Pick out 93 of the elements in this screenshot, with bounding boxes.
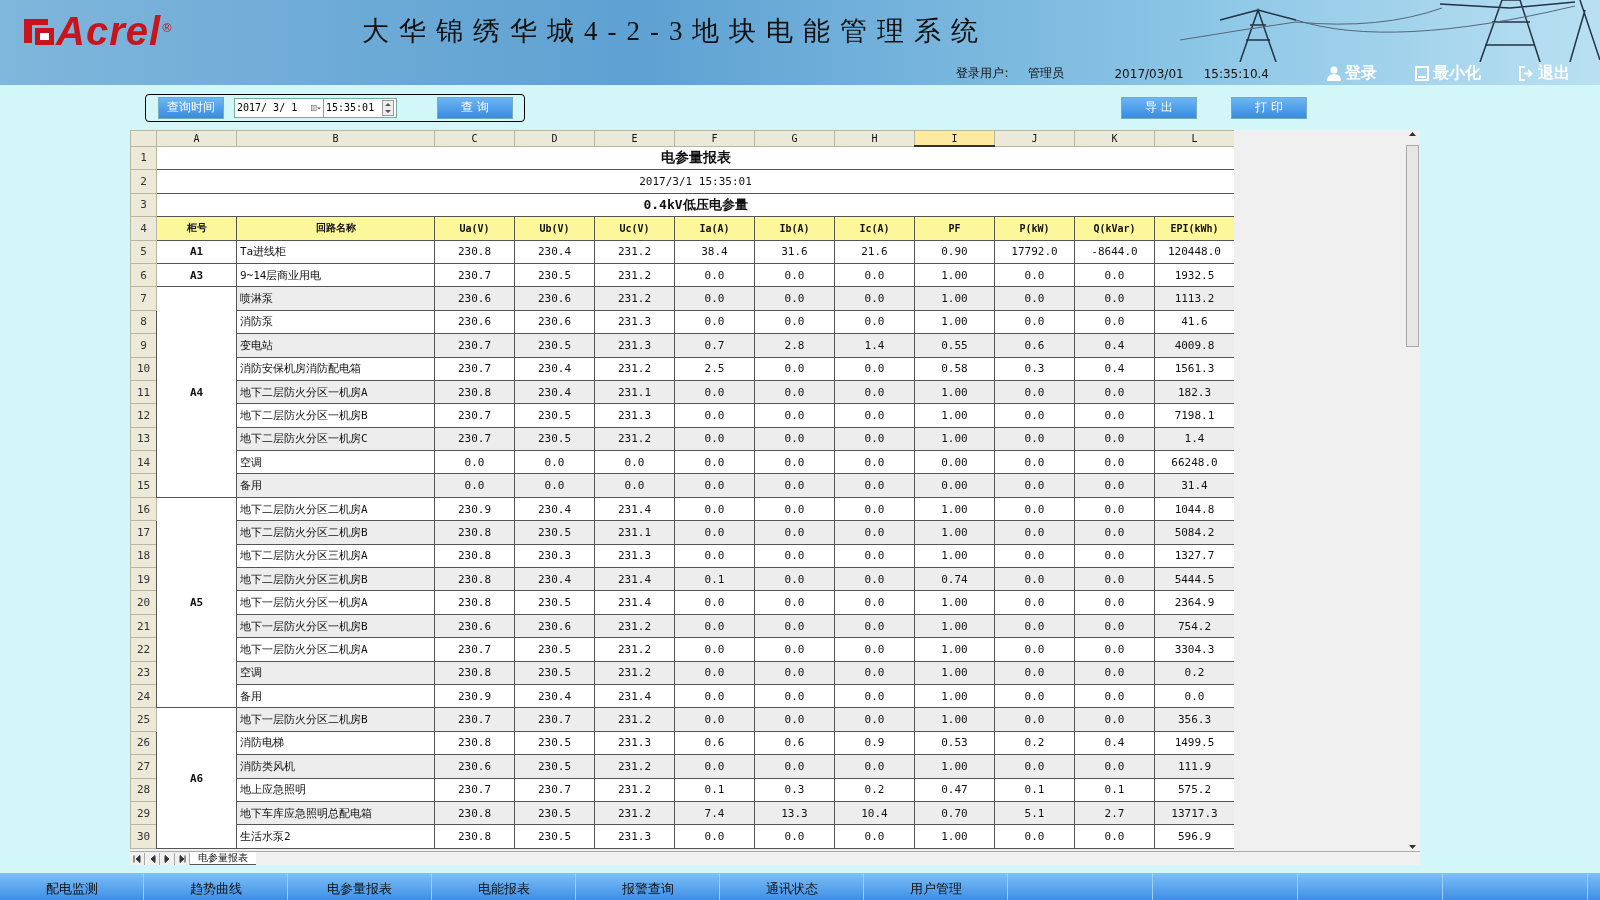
table-cell: 地下二层防火分区一机房B [236, 403, 435, 428]
report-title: 电参量报表 [156, 146, 1234, 170]
row-number[interactable]: 6 [130, 263, 157, 287]
table-cell: 地下二层防火分区一机房C [236, 427, 435, 451]
row-number[interactable]: 29 [130, 801, 157, 825]
table-cell: A4 [156, 286, 237, 498]
spinner-icon[interactable] [382, 99, 395, 116]
table-cell: 空调 [236, 450, 435, 474]
user-icon [1327, 66, 1341, 81]
row-number[interactable]: 25 [130, 707, 157, 732]
table-cell: 空调 [236, 661, 435, 685]
table-cell: 地下一层防火分区一机房A [236, 590, 435, 615]
row-number[interactable]: 19 [130, 567, 157, 591]
table-cell: 地下二层防火分区三机房B [236, 567, 435, 591]
column-header[interactable]: A [156, 130, 237, 146]
registered-mark: ® [161, 20, 174, 35]
row-number[interactable]: 28 [130, 778, 157, 802]
table-cell: A5 [156, 497, 237, 708]
column-header[interactable]: C [434, 130, 515, 146]
calendar-dropdown-icon[interactable] [311, 102, 321, 113]
row-number[interactable]: 18 [130, 544, 157, 568]
row-number[interactable]: 30 [130, 824, 157, 849]
table-cell: A6 [156, 707, 237, 849]
column-header[interactable]: J [994, 130, 1075, 146]
table-cell: 生活水泵2 [236, 824, 435, 849]
table-cell: 消防电梯 [236, 731, 435, 755]
user-label: 登录用户: [956, 65, 1009, 82]
table-cell: 地下二层防火分区三机房A [236, 544, 435, 568]
table-cell: 地下二层防火分区二机房B [236, 520, 435, 545]
table-cell: 地下一层防火分区二机房A [236, 637, 435, 662]
table-cell: 9~14层商业用电 [236, 263, 435, 287]
table-cell: 备用 [236, 473, 435, 498]
table-header-cell: 回路名称 [236, 216, 435, 241]
column-header[interactable]: E [594, 130, 675, 146]
row-number[interactable]: 8 [130, 310, 157, 334]
current-time: 15:35:10.4 [1203, 66, 1269, 81]
first-sheet-icon[interactable] [130, 852, 145, 865]
scroll-up-icon[interactable] [1408, 130, 1417, 139]
column-header[interactable]: D [514, 130, 595, 146]
report-subtitle: 0.4kV低压电参量 [156, 193, 1234, 217]
sheet-tab[interactable]: 电参量报表 [190, 852, 256, 865]
table-cell: 地下二层防火分区二机房A [236, 497, 435, 521]
row-number[interactable]: 4 [130, 216, 157, 241]
table-cell: 地下二层防火分区一机房A [236, 380, 435, 404]
table-cell: 消防安保机房消防配电箱 [236, 357, 435, 381]
table-cell: Ta进线柜 [236, 240, 435, 264]
time-field[interactable]: 15:35:01 [323, 97, 398, 118]
column-header[interactable]: K [1074, 130, 1155, 146]
table-cell: 地下车库应急照明总配电箱 [236, 801, 435, 825]
column-header[interactable]: H [834, 130, 915, 146]
row-number[interactable]: 3 [130, 193, 157, 217]
row-number[interactable]: 13 [130, 427, 157, 451]
column-header[interactable]: L [1154, 130, 1234, 146]
column-header[interactable]: F [674, 130, 755, 146]
column-header[interactable]: I [914, 130, 995, 146]
current-date: 2017/03/01 [1114, 66, 1184, 81]
row-number[interactable]: 10 [130, 357, 157, 381]
table-cell: 备用 [236, 684, 435, 708]
table-cell: 地下一层防火分区二机房B [236, 707, 435, 732]
column-header[interactable]: B [236, 130, 435, 146]
row-number[interactable]: 11 [130, 380, 157, 404]
logo-text: Acrel [56, 8, 162, 54]
column-header[interactable]: G [754, 130, 835, 146]
table-cell: 喷淋泵 [236, 286, 435, 311]
row-number[interactable]: 7 [130, 286, 157, 311]
row-number[interactable]: 21 [130, 614, 157, 638]
row-number[interactable]: 2 [130, 169, 157, 194]
table-cell: 地上应急照明 [236, 778, 435, 802]
report-timestamp: 2017/3/1 15:35:01 [156, 169, 1234, 194]
exit-icon [1519, 66, 1534, 81]
row-number[interactable]: 16 [130, 497, 157, 521]
table-cell: 消防类风机 [236, 754, 435, 779]
row-number[interactable]: 20 [130, 590, 157, 615]
app-title: 大华锦绣华城4-2-3地块电能管理系统 [362, 15, 989, 48]
table-cell: 消防泵 [236, 310, 435, 334]
row-number[interactable]: 5 [130, 240, 157, 264]
table-cell: 地下一层防火分区一机房B [236, 614, 435, 638]
row-number[interactable]: 22 [130, 637, 157, 662]
scrollbar-thumb[interactable] [1406, 145, 1419, 347]
user-name: 管理员 [1028, 65, 1065, 82]
row-number[interactable]: 1 [130, 146, 157, 170]
row-number[interactable]: 23 [130, 661, 157, 685]
row-number[interactable]: 27 [130, 754, 157, 779]
table-cell: 变电站 [236, 333, 435, 357]
date-field[interactable]: 2017/ 3/ 1 [234, 97, 324, 118]
row-number[interactable]: 14 [130, 450, 157, 474]
row-number[interactable]: 24 [130, 684, 157, 708]
row-number[interactable]: 12 [130, 403, 157, 428]
row-number[interactable]: 15 [130, 473, 157, 498]
minimize-icon [1415, 66, 1429, 81]
row-number[interactable]: 17 [130, 520, 157, 545]
row-number[interactable]: 26 [130, 731, 157, 755]
row-number[interactable]: 9 [130, 333, 157, 357]
